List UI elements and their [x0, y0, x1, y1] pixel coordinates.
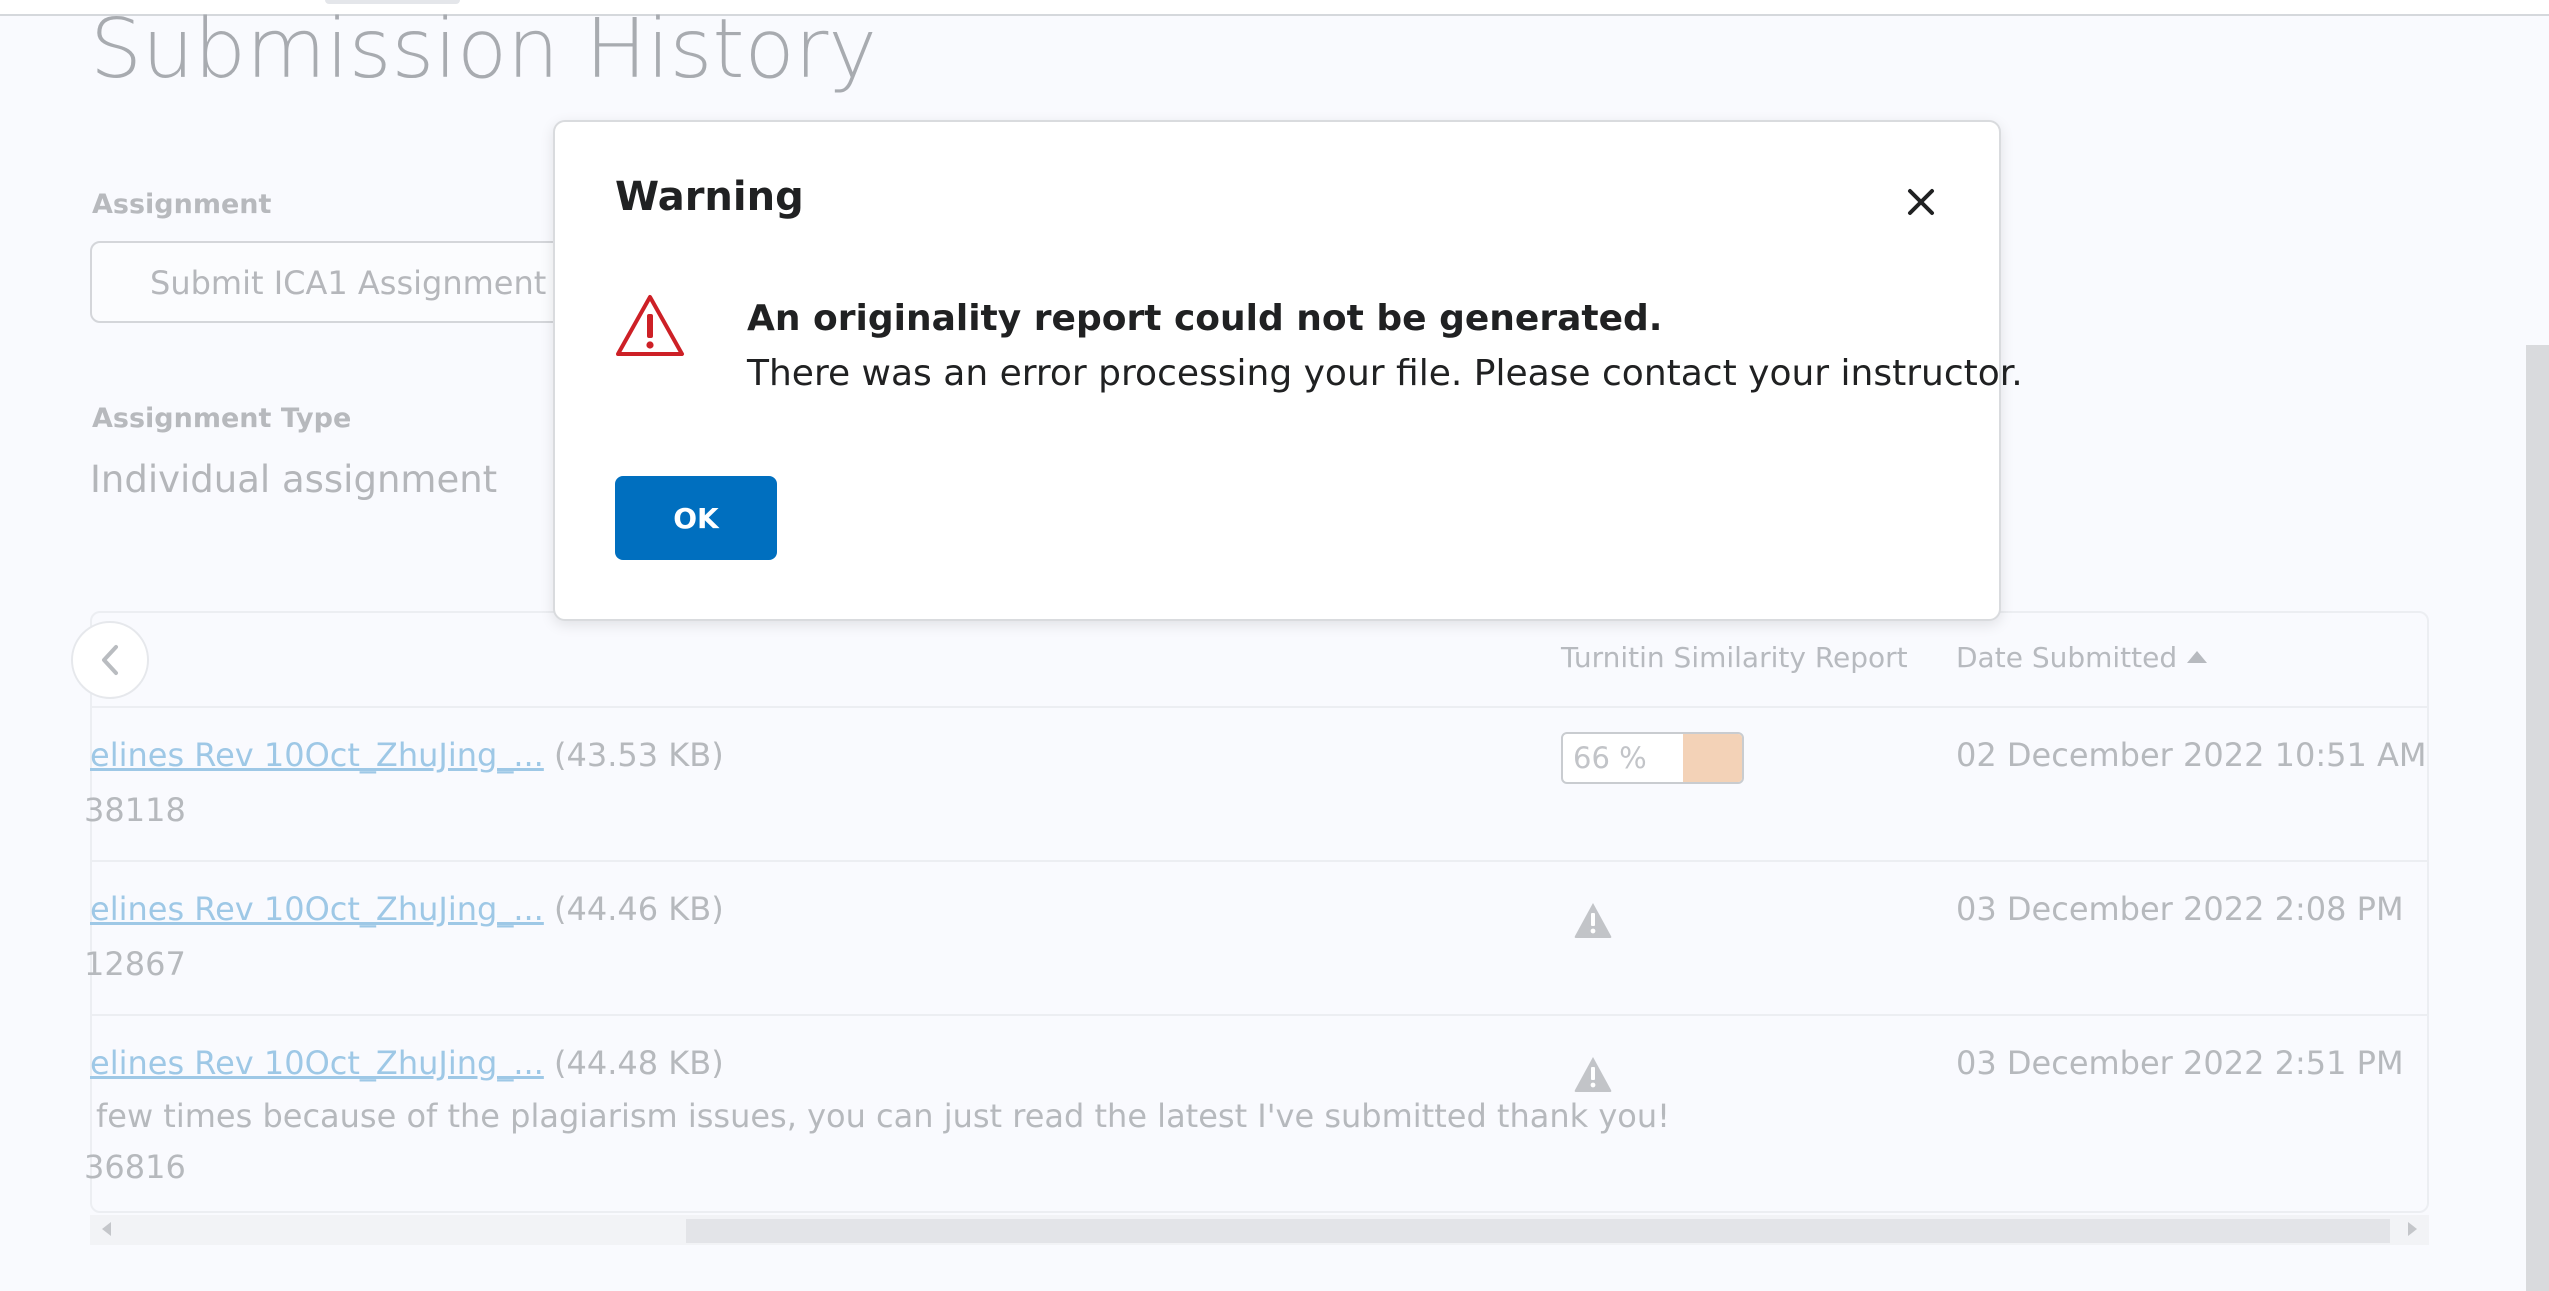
- vertical-scrollbar[interactable]: [2526, 345, 2549, 1291]
- submission-file-link[interactable]: elines Rev 10Oct_ZhuJing_...: [90, 736, 544, 774]
- warning-icon[interactable]: [1573, 901, 1613, 939]
- assignment-label: Assignment: [92, 189, 272, 220]
- dialog-title: Warning: [615, 174, 804, 220]
- scroll-right-arrow-icon[interactable]: [2408, 1222, 2417, 1236]
- submission-comment: few times because of the plagiarism issu…: [96, 1097, 1670, 1135]
- row-divider: [90, 1014, 2429, 1016]
- submission-file-link[interactable]: elines Rev 10Oct_ZhuJing_...: [90, 1044, 544, 1082]
- scroll-left-arrow-icon[interactable]: [102, 1222, 111, 1236]
- horizontal-scrollbar-thumb[interactable]: [686, 1219, 2390, 1243]
- submission-id: 38118: [84, 791, 186, 829]
- row-divider: [90, 860, 2429, 862]
- submission-file-size: (44.46 KB): [554, 890, 724, 928]
- date-submitted: 03 December 2022 2:51 PM: [1956, 1044, 2404, 1082]
- dialog-message: There was an error processing your file.…: [747, 353, 2023, 394]
- column-header-similarity-label: Turnitin Similarity Report: [1561, 641, 1908, 674]
- submission-id: 36816: [84, 1148, 186, 1186]
- assignment-type-value: Individual assignment: [90, 458, 498, 501]
- submission-file-size: (43.53 KB): [554, 736, 724, 774]
- close-icon: [1908, 189, 1934, 215]
- dialog-close-button[interactable]: [1901, 182, 1941, 222]
- chevron-left-icon: [102, 645, 118, 675]
- horizontal-scrollbar[interactable]: [90, 1215, 2429, 1245]
- table-scroll-left-button[interactable]: [71, 621, 149, 699]
- ok-button[interactable]: OK: [615, 476, 777, 560]
- page-title: Submission History: [90, 2, 877, 97]
- warning-icon[interactable]: [1573, 1055, 1613, 1093]
- similarity-score-fill: [1683, 734, 1742, 782]
- date-submitted: 02 December 2022 10:51 AM: [1956, 736, 2427, 774]
- table-row-file: elines Rev 10Oct_ZhuJing_... (44.46 KB): [90, 890, 724, 928]
- submission-file-link[interactable]: elines Rev 10Oct_ZhuJing_...: [90, 890, 544, 928]
- column-header-similarity[interactable]: Turnitin Similarity Report: [1561, 641, 1908, 674]
- warning-dialog: Warning An originality report could not …: [553, 120, 2023, 621]
- dialog-heading: An originality report could not be gener…: [747, 298, 1663, 339]
- column-header-date-label: Date Submitted: [1956, 641, 2178, 674]
- similarity-score-badge[interactable]: 66 %: [1561, 732, 1744, 784]
- date-submitted: 03 December 2022 2:08 PM: [1956, 890, 2404, 928]
- row-divider: [90, 706, 2429, 708]
- submission-file-size: (44.48 KB): [554, 1044, 724, 1082]
- table-row-file: elines Rev 10Oct_ZhuJing_... (44.48 KB): [90, 1044, 724, 1082]
- submission-id: 12867: [84, 945, 186, 983]
- table-row-file: elines Rev 10Oct_ZhuJing_... (43.53 KB): [90, 736, 724, 774]
- warning-triangle-icon: [616, 295, 684, 356]
- assignment-type-label: Assignment Type: [92, 403, 352, 434]
- sort-ascending-icon: [2187, 651, 2208, 663]
- similarity-score-text: 66 %: [1573, 741, 1647, 775]
- column-header-date-submitted[interactable]: Date Submitted: [1956, 641, 2208, 674]
- assignment-select-value: Submit ICA1 Assignment: [150, 264, 547, 302]
